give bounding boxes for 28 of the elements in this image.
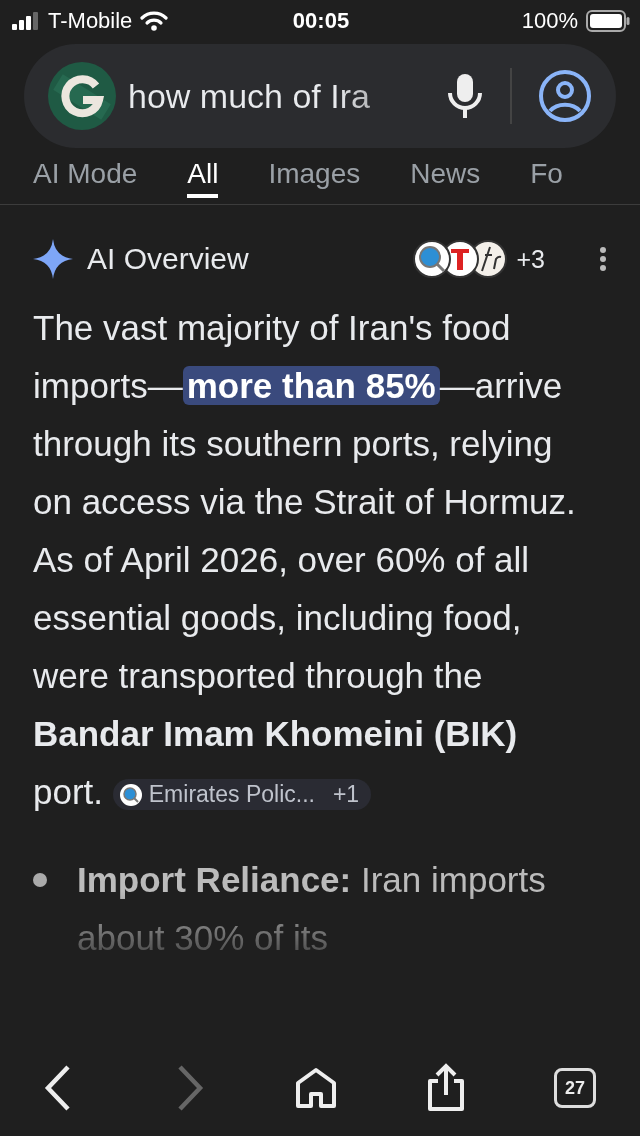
tab-count-button[interactable]: 27	[554, 1068, 596, 1108]
search-tab[interactable]: News	[410, 156, 481, 194]
citation-chip[interactable]: Emirates Polic... +1	[112, 779, 372, 811]
search-tab[interactable]: Fo	[530, 156, 563, 194]
home-icon[interactable]	[295, 1067, 337, 1109]
source-favicon-icon	[118, 782, 143, 807]
google-logo-icon	[48, 62, 116, 130]
carrier-name: T-Mobile	[48, 8, 133, 34]
overview-paragraph: The vast majority of Iran's food imports—more than 85%—arrive through its southern ports, relying on access via the Strait of Hormuz. As of April 2026, over 60% of all essential goods, including food, were transported through the Bandar Imam Khomeini (BIK) port. Emirates Polic... +1	[33, 307, 577, 813]
signal-icon	[12, 12, 40, 30]
wifi-icon	[140, 11, 169, 31]
highlighted-link[interactable]: more than 85%	[182, 366, 440, 405]
source-favicons-drawing[interactable]	[412, 239, 509, 279]
battery-percent: 100%	[521, 8, 578, 34]
overview-title: AI Overview	[87, 242, 250, 276]
more-sources-count[interactable]: +3	[516, 244, 545, 274]
search-tab[interactable]: All	[187, 156, 219, 198]
clock-time: 00:05	[292, 8, 350, 34]
more-options-icon[interactable]	[599, 246, 607, 272]
microphone-icon[interactable]	[446, 73, 484, 119]
bullet-dot-icon	[33, 873, 47, 887]
bullet-text: Import Reliance: Iran imports about 30% of its	[77, 859, 547, 959]
search-tab[interactable]: AI Mode	[33, 156, 138, 194]
battery-icon	[586, 10, 630, 32]
account-icon[interactable]	[538, 69, 592, 123]
search-tab[interactable]: Images	[268, 156, 361, 194]
sparkle-icon	[33, 239, 73, 279]
search-bar[interactable]: how much of Ira	[24, 44, 616, 148]
